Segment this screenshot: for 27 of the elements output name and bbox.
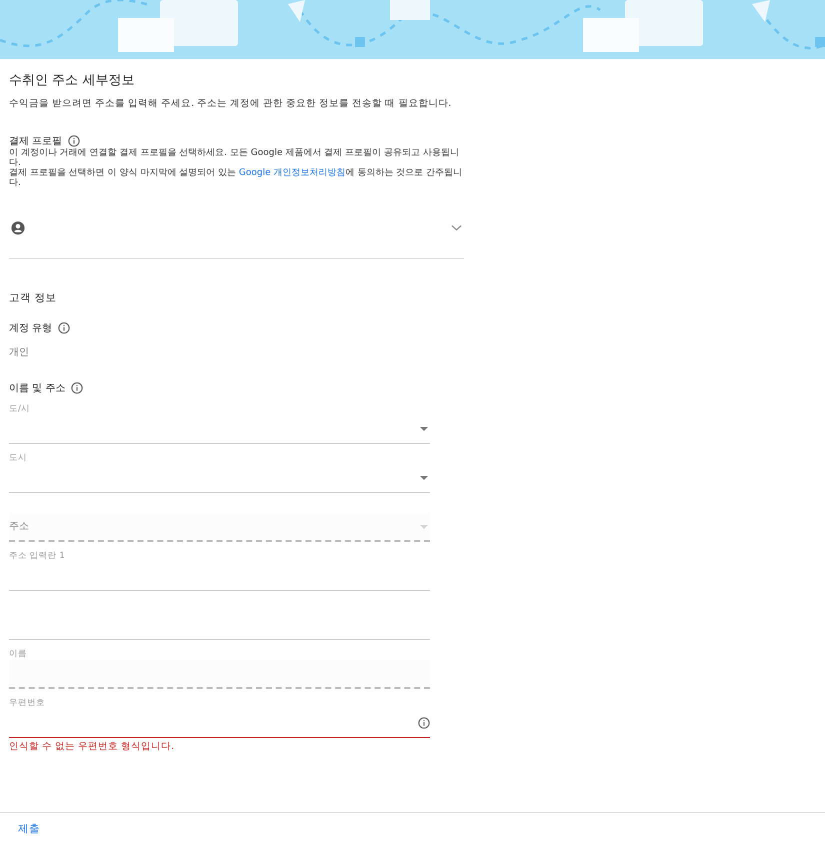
caret-icon bbox=[420, 427, 428, 431]
caret-icon bbox=[420, 476, 428, 480]
field-label: 이름 bbox=[9, 648, 27, 660]
chevron-icon bbox=[451, 224, 462, 232]
field-label: 이름 및 주소 bbox=[9, 382, 66, 395]
field-label: 우편번호 bbox=[9, 697, 45, 709]
profile-description: 이 계정이나 거래에 연결할 결제 프로필을 선택하세요. 모든 Google 제품에서 결제 프로필이 공유되고 사용됩니다. bbox=[9, 148, 460, 168]
info-icon[interactable] bbox=[71, 382, 84, 394]
info-icon[interactable] bbox=[418, 717, 430, 729]
field-label: 도/시 bbox=[9, 403, 30, 415]
account-icon bbox=[11, 221, 25, 235]
section-label: 결제 프로필 bbox=[9, 135, 62, 148]
section-title: 고객 정보 bbox=[9, 291, 58, 305]
error-message: 인식할 수 없는 우편번호 형식입니다. bbox=[9, 740, 176, 753]
caret-icon bbox=[420, 524, 428, 528]
submit-button[interactable]: 제출 bbox=[10, 818, 48, 840]
account-type-value: 개인 bbox=[9, 346, 30, 359]
field-label: 도시 bbox=[9, 452, 27, 464]
consent-text: 결제 프로필을 선택하면 이 양식 마지막에 설명되어 있는 Google 개인정보처리방침에 동의하는 것으로 간주됩니다. bbox=[9, 168, 464, 188]
placeholder-text: 주소 bbox=[9, 520, 29, 533]
field-label: 계정 유형 bbox=[9, 322, 52, 335]
info-icon[interactable] bbox=[58, 322, 70, 334]
field-label: 주소 입력란 1 bbox=[9, 550, 65, 562]
page-title: 수취인 주소 세부정보 bbox=[9, 72, 136, 89]
page-description: 수익금을 받으려면 주소를 입력해 주세요. 주소는 계정에 관한 중요한 정보를 전송할 때 필요합니다. bbox=[9, 97, 452, 110]
info-icon[interactable] bbox=[68, 135, 80, 147]
privacy-policy-link[interactable]: Google 개인정보처리방침 bbox=[238, 168, 346, 178]
